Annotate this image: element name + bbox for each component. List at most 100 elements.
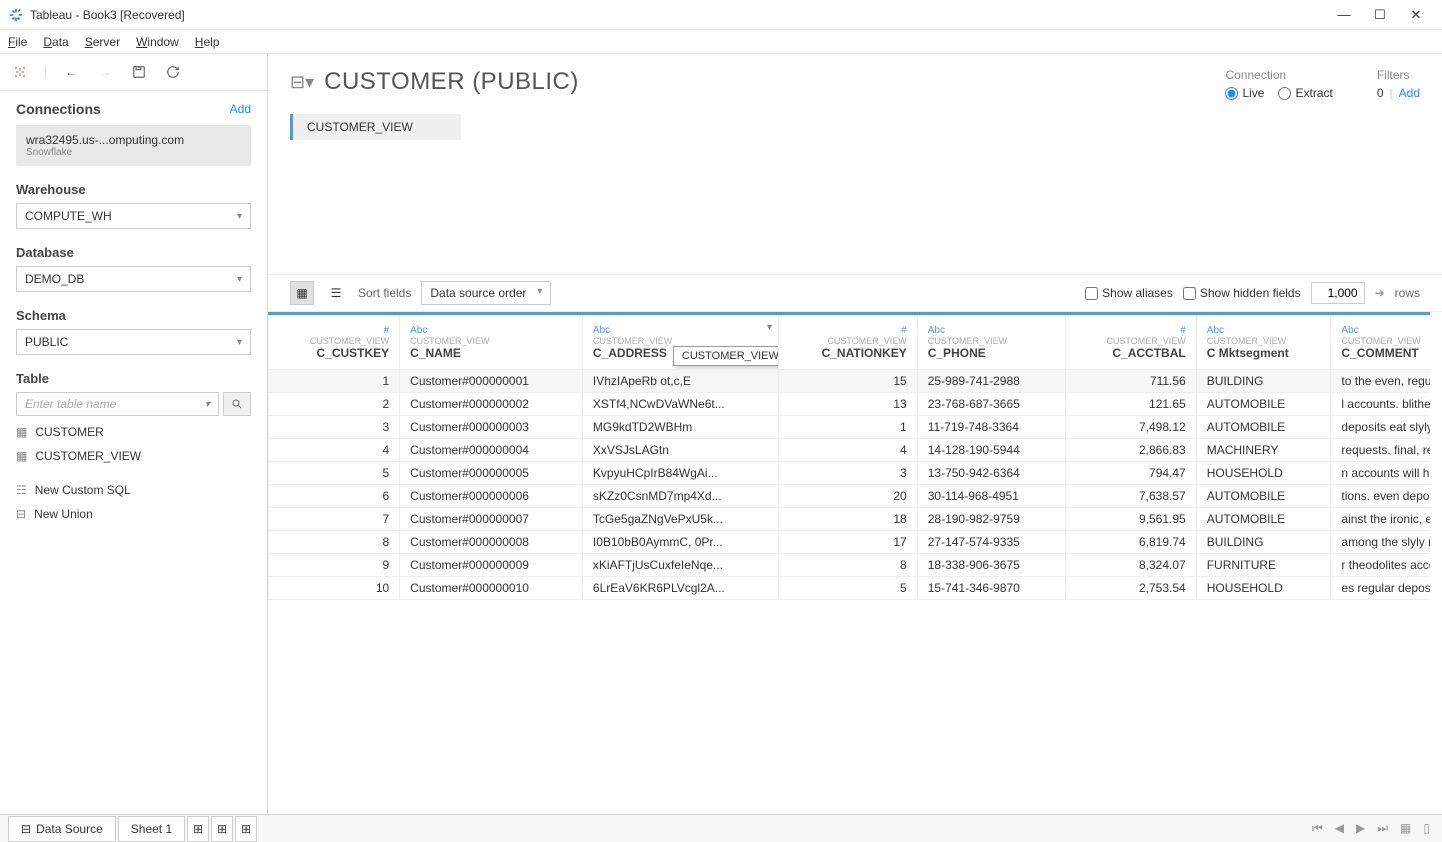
nav-last[interactable]: ⏭ xyxy=(1373,821,1392,836)
cell[interactable]: 20 xyxy=(778,485,917,508)
cell[interactable]: 711.56 xyxy=(1065,370,1196,393)
column-header-C Mktsegment[interactable]: AbcCUSTOMER_VIEWC Mktsegment xyxy=(1196,316,1331,370)
cell[interactable]: 8 xyxy=(269,531,400,554)
rows-input[interactable] xyxy=(1311,282,1365,304)
menu-server[interactable]: Server xyxy=(85,35,120,49)
menu-file[interactable]: File xyxy=(8,35,27,49)
schema-dropdown[interactable]: PUBLIC▾ xyxy=(16,329,251,355)
cell[interactable]: 18-338-906-3675 xyxy=(917,554,1065,577)
new-story-button[interactable]: ⊞ xyxy=(235,816,257,842)
add-filter-link[interactable]: Add xyxy=(1399,86,1420,100)
cell[interactable]: HOUSEHOLD xyxy=(1196,462,1331,485)
cell[interactable]: 1 xyxy=(778,416,917,439)
cell[interactable]: 1 xyxy=(269,370,400,393)
cell[interactable]: 794.47 xyxy=(1065,462,1196,485)
table-search-button[interactable] xyxy=(223,392,251,416)
table-row[interactable]: 10Customer#0000000106LrEaV6KR6PLVcgl2A..… xyxy=(269,577,1431,600)
forward-button[interactable]: → xyxy=(95,62,115,82)
cell[interactable]: 8,324.07 xyxy=(1065,554,1196,577)
cell[interactable]: KvpyuHCpIrB84WgAi... xyxy=(582,462,778,485)
table-item-customer-view[interactable]: ▦CUSTOMER_VIEW xyxy=(16,444,251,468)
cell[interactable]: Customer#000000006 xyxy=(400,485,583,508)
cell[interactable]: requests. final, regul... xyxy=(1331,439,1430,462)
view-filmstrip[interactable]: ▯ xyxy=(1419,821,1434,836)
show-hidden-checkbox[interactable]: Show hidden fields xyxy=(1183,286,1301,300)
cell[interactable]: 7 xyxy=(269,508,400,531)
cell[interactable]: 27-147-574-9335 xyxy=(917,531,1065,554)
cell[interactable]: 5 xyxy=(269,462,400,485)
data-grid[interactable]: #CUSTOMER_VIEWC_CUSTKEYAbcCUSTOMER_VIEWC… xyxy=(268,312,1430,806)
cell[interactable]: Customer#000000010 xyxy=(400,577,583,600)
table-row[interactable]: 4Customer#000000004XxVSJsLAGtn414-128-19… xyxy=(269,439,1431,462)
refresh-button[interactable] xyxy=(163,62,183,82)
cell[interactable]: 3 xyxy=(778,462,917,485)
chevron-down-icon[interactable]: ▾ xyxy=(767,322,772,333)
cell[interactable]: ainst the ironic, expre... xyxy=(1331,508,1430,531)
cell[interactable]: Customer#000000004 xyxy=(400,439,583,462)
show-aliases-checkbox[interactable]: Show aliases xyxy=(1085,286,1173,300)
table-item-customer[interactable]: ▦CUSTOMER xyxy=(16,420,251,444)
radio-live[interactable]: Live xyxy=(1225,86,1264,100)
cell[interactable]: FURNITURE xyxy=(1196,554,1331,577)
column-header-C_CUSTKEY[interactable]: #CUSTOMER_VIEWC_CUSTKEY xyxy=(269,316,400,370)
radio-extract[interactable]: Extract xyxy=(1278,86,1332,100)
warehouse-dropdown[interactable]: COMPUTE_WH▾ xyxy=(16,203,251,229)
cell[interactable]: 23-768-687-3665 xyxy=(917,393,1065,416)
cell[interactable]: 4 xyxy=(778,439,917,462)
column-header-C_NATIONKEY[interactable]: #CUSTOMER_VIEWC_NATIONKEY xyxy=(778,316,917,370)
cell[interactable]: 2,753.54 xyxy=(1065,577,1196,600)
cell[interactable]: HOUSEHOLD xyxy=(1196,577,1331,600)
cell[interactable]: 11-719-748-3364 xyxy=(917,416,1065,439)
cell[interactable]: n accounts will have t... xyxy=(1331,462,1430,485)
canvas-area[interactable]: CUSTOMER_VIEW xyxy=(268,114,1442,274)
database-dropdown[interactable]: DEMO_DB▾ xyxy=(16,266,251,292)
cell[interactable]: AUTOMOBILE xyxy=(1196,393,1331,416)
menu-data[interactable]: Data xyxy=(43,35,68,49)
cell[interactable]: AUTOMOBILE xyxy=(1196,416,1331,439)
new-worksheet-button[interactable]: ⊞ xyxy=(187,816,209,842)
cell[interactable]: to the even, regular pl... xyxy=(1331,370,1430,393)
cell[interactable]: 2,866.83 xyxy=(1065,439,1196,462)
cell[interactable]: Customer#000000009 xyxy=(400,554,583,577)
cell[interactable]: Customer#000000008 xyxy=(400,531,583,554)
nav-next[interactable]: ▶ xyxy=(1352,821,1369,836)
cell[interactable]: 5 xyxy=(778,577,917,600)
connection-item[interactable]: wra32495.us-...omputing.com Snowflake xyxy=(16,125,251,166)
cell[interactable]: 15 xyxy=(778,370,917,393)
save-button[interactable] xyxy=(129,62,149,82)
cell[interactable]: r theodolites accordin... xyxy=(1331,554,1430,577)
cell[interactable]: XSTf4,NCwDVaWNe6t... xyxy=(582,393,778,416)
cell[interactable]: 18 xyxy=(778,508,917,531)
table-row[interactable]: 6Customer#000000006sKZz0CsnMD7mp4Xd...20… xyxy=(269,485,1431,508)
minimize-button[interactable]: — xyxy=(1326,7,1362,22)
cell[interactable]: 4 xyxy=(269,439,400,462)
cell[interactable]: 25-989-741-2988 xyxy=(917,370,1065,393)
datasource-title[interactable]: CUSTOMER (PUBLIC) xyxy=(324,68,579,96)
table-search-input[interactable]: Enter table name▾ xyxy=(16,392,219,416)
table-row[interactable]: 3Customer#000000003MG9kdTD2WBHm111-719-7… xyxy=(269,416,1431,439)
table-row[interactable]: 8Customer#000000008I0B10bB0AymmC, 0Pr...… xyxy=(269,531,1431,554)
close-button[interactable]: ✕ xyxy=(1398,7,1434,23)
cell[interactable]: AUTOMOBILE xyxy=(1196,508,1331,531)
grid-view-button[interactable]: ▦ xyxy=(290,281,314,305)
cell[interactable]: es regular deposits h... xyxy=(1331,577,1430,600)
nav-prev[interactable]: ◀ xyxy=(1331,821,1348,836)
new-custom-sql[interactable]: ☷New Custom SQL xyxy=(16,478,251,502)
cell[interactable]: 13-750-942-6364 xyxy=(917,462,1065,485)
cell[interactable]: TcGe5gaZNgVePxU5k... xyxy=(582,508,778,531)
column-header-C_PHONE[interactable]: AbcCUSTOMER_VIEWC_PHONE xyxy=(917,316,1065,370)
table-row[interactable]: 5Customer#000000005KvpyuHCpIrB84WgAi...3… xyxy=(269,462,1431,485)
cell[interactable]: BUILDING xyxy=(1196,531,1331,554)
cell[interactable]: deposits eat slyly iro... xyxy=(1331,416,1430,439)
column-header-C_NAME[interactable]: AbcCUSTOMER_VIEWC_NAME xyxy=(400,316,583,370)
cell[interactable]: 7,498.12 xyxy=(1065,416,1196,439)
menu-window[interactable]: Window xyxy=(136,35,179,49)
nav-first[interactable]: ⏮ xyxy=(1308,821,1327,836)
tab-sheet1[interactable]: Sheet 1 xyxy=(118,816,185,842)
cell[interactable]: xKiAFTjUsCuxfeIeNqe... xyxy=(582,554,778,577)
cell[interactable]: 17 xyxy=(778,531,917,554)
new-union[interactable]: ⊟New Union xyxy=(16,502,251,526)
cell[interactable]: Customer#000000002 xyxy=(400,393,583,416)
cell[interactable]: 15-741-346-9870 xyxy=(917,577,1065,600)
cell[interactable]: BUILDING xyxy=(1196,370,1331,393)
